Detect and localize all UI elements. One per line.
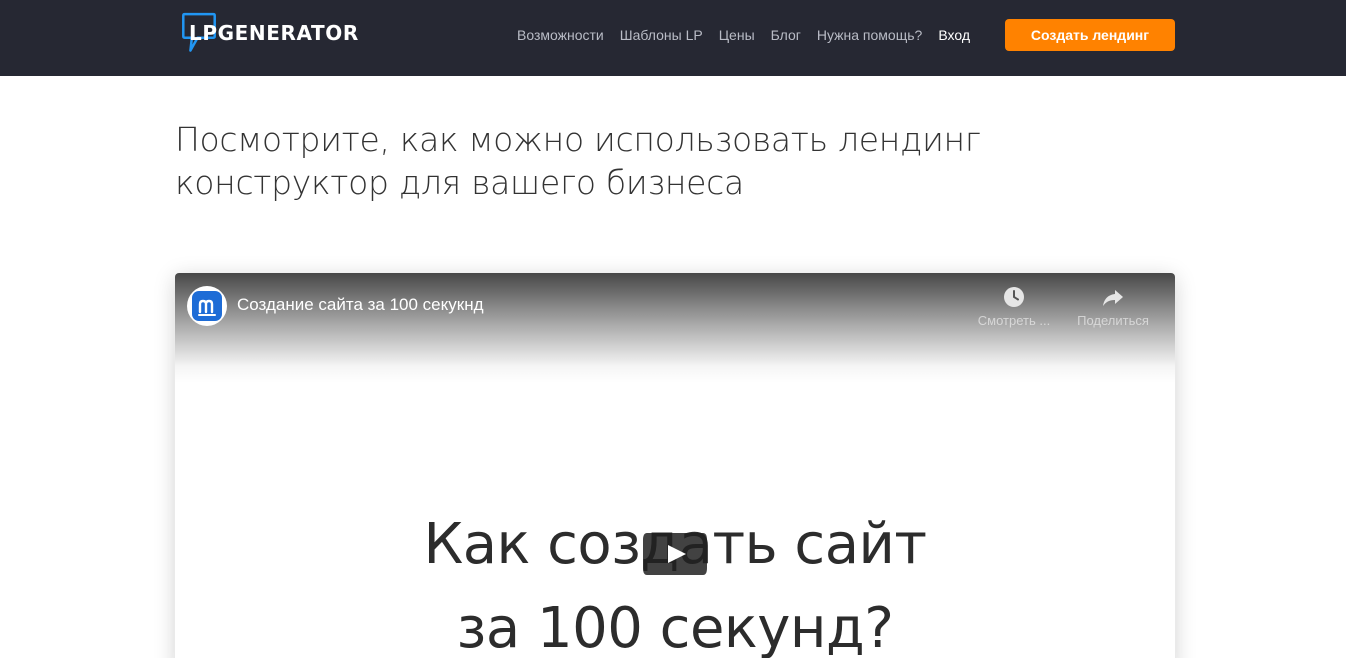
video-frame-caption: Как создать сайт за 100 секунд? (175, 503, 1175, 658)
nav-item-login[interactable]: Вход (938, 27, 970, 43)
watch-later-button[interactable]: Смотреть ... (969, 285, 1059, 328)
video-player[interactable]: Создание сайта за 100 секукнд Смотреть .… (175, 273, 1175, 658)
page-title-line-1: Посмотрите, как можно использовать ленди… (175, 120, 981, 159)
channel-avatar-badge (192, 291, 222, 321)
page-title-line-2: конструктор для вашего бизнеса (175, 163, 744, 202)
page-title: Посмотрите, как можно использовать ленди… (175, 118, 1075, 204)
nav-item-templates[interactable]: Шаблоны LP (620, 27, 703, 43)
nav-item-features[interactable]: Возможности (517, 27, 604, 43)
create-landing-button[interactable]: Создать лендинг (1005, 19, 1175, 51)
watch-later-label: Смотреть ... (977, 313, 1051, 328)
site-header: LPGENERATOR Возможности Шаблоны LP Цены … (0, 0, 1346, 76)
clock-icon (1004, 287, 1024, 307)
video-title[interactable]: Создание сайта за 100 секукнд (237, 295, 484, 315)
channel-avatar-icon[interactable] (187, 286, 227, 326)
play-icon[interactable] (641, 530, 709, 578)
nav-item-help[interactable]: Нужна помощь? (817, 27, 922, 43)
nav-item-blog[interactable]: Блог (771, 27, 801, 43)
share-label: Поделиться (1077, 313, 1149, 328)
channel-logo-icon (198, 299, 216, 316)
share-arrow-icon (1103, 290, 1123, 306)
logo[interactable]: LPGENERATOR (175, 12, 375, 68)
video-caption-line-2: за 100 секунд? (456, 596, 894, 658)
share-button[interactable]: Поделиться (1068, 285, 1158, 328)
nav-item-pricing[interactable]: Цены (719, 27, 755, 43)
logo-text: LPGENERATOR (189, 21, 359, 45)
main-nav: Возможности Шаблоны LP Цены Блог Нужна п… (500, 0, 970, 70)
